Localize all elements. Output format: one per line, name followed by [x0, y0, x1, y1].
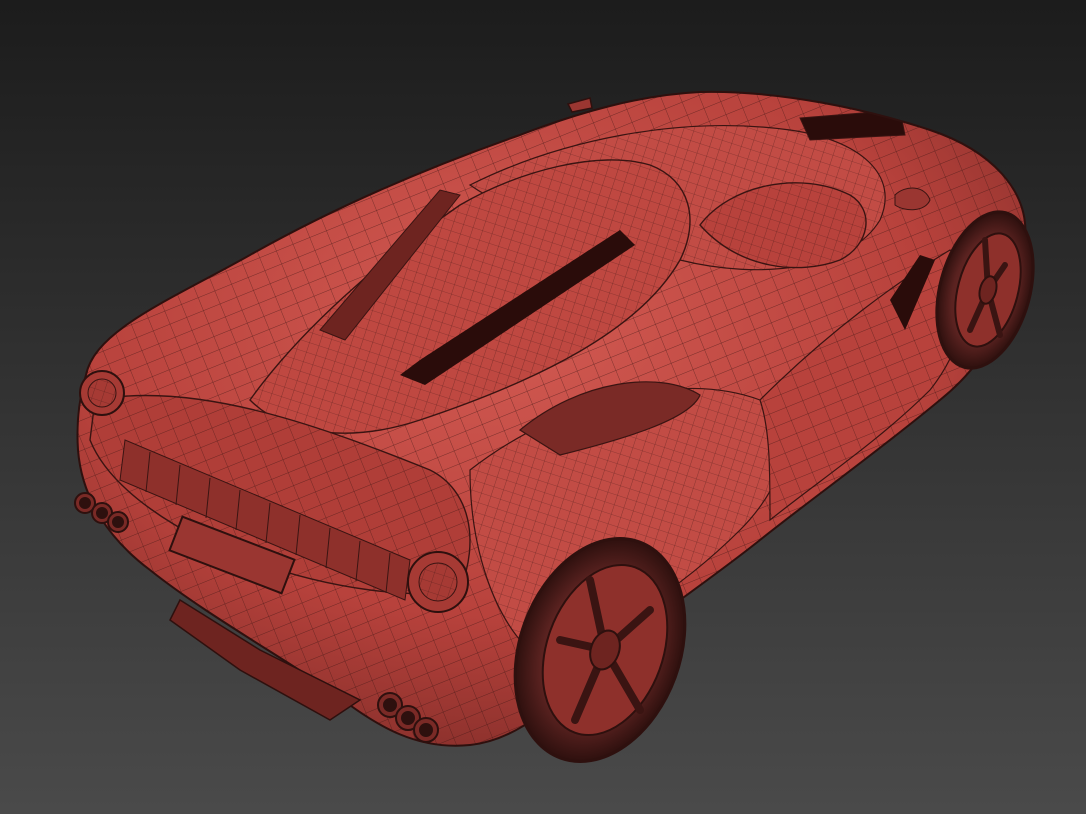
- taillight-right: [407, 551, 469, 613]
- 3d-viewport[interactable]: [0, 0, 1086, 814]
- car-render: [0, 0, 1086, 814]
- taillight-left: [79, 370, 125, 416]
